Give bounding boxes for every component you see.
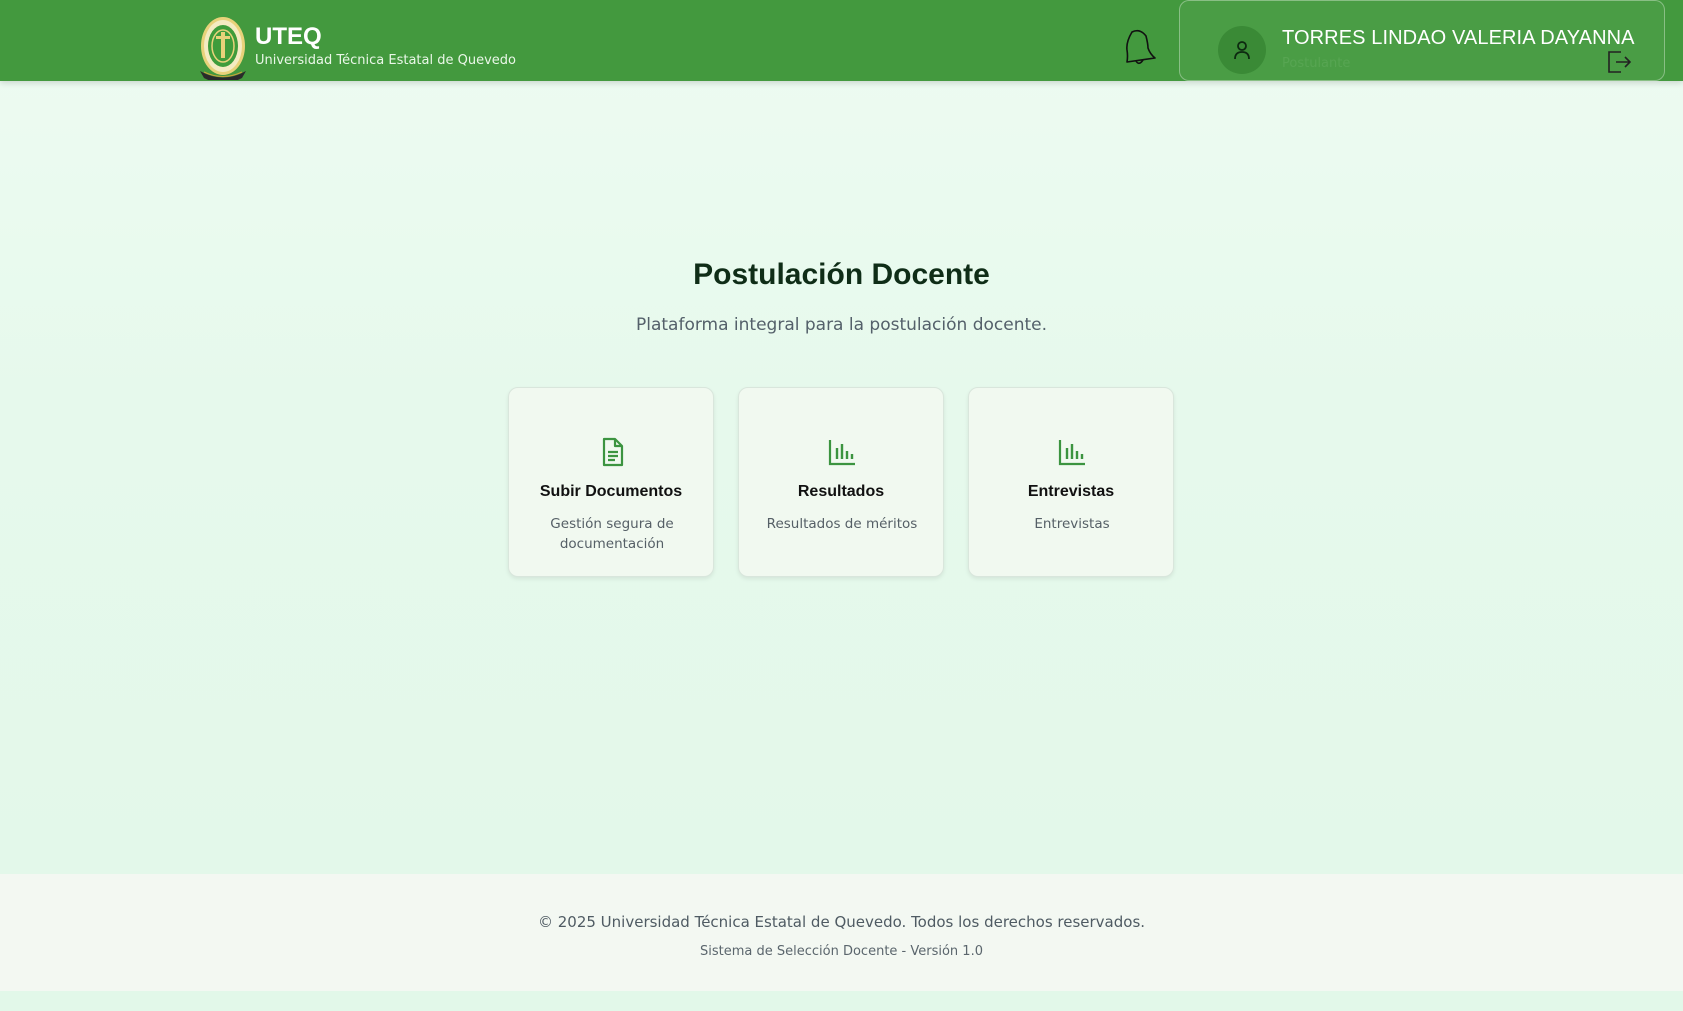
card-subir-documentos[interactable]: Subir Documentos Gestión segura de docum… — [508, 387, 714, 577]
feature-cards: Subir Documentos Gestión segura de docum… — [508, 387, 1174, 577]
page-title: Postulación Docente — [693, 258, 990, 291]
user-role: Postulante — [1282, 56, 1351, 71]
user-menu[interactable]: TORRES LINDAO VALERIA DAYANNA Postulante — [1179, 0, 1665, 81]
card-description: Gestión segura de documentación — [550, 516, 674, 552]
avatar — [1218, 26, 1266, 74]
card-description: Entrevistas — [1034, 516, 1110, 532]
logout-button[interactable] — [1604, 49, 1634, 77]
footer-copyright: © 2025 Universidad Técnica Estatal de Qu… — [537, 913, 1146, 931]
page-subtitle: Plataforma integral para la postulación … — [635, 315, 1048, 335]
footer: © 2025 Universidad Técnica Estatal de Qu… — [0, 874, 1683, 991]
bar-chart-icon — [828, 440, 855, 466]
card-title: Resultados — [797, 483, 885, 500]
brand-title: UTEQ — [255, 23, 322, 50]
card-resultados[interactable]: Resultados Resultados de méritos — [738, 387, 944, 577]
card-description: Resultados de méritos — [766, 516, 918, 532]
card-title: Entrevistas — [1027, 483, 1115, 500]
card-title: Subir Documentos — [539, 483, 683, 500]
university-logo — [196, 16, 251, 83]
bar-chart-icon — [1058, 440, 1085, 466]
bell-icon — [1126, 29, 1156, 65]
document-icon — [602, 437, 624, 467]
notifications-button[interactable] — [1118, 26, 1158, 66]
brand[interactable]: UTEQ Universidad Técnica Estatal de Quev… — [196, 16, 516, 83]
top-navbar: UTEQ Universidad Técnica Estatal de Quev… — [0, 0, 1683, 83]
footer-version: Sistema de Selección Docente - Versión 1… — [700, 944, 983, 959]
brand-subtitle: Universidad Técnica Estatal de Quevedo — [255, 53, 516, 68]
card-entrevistas[interactable]: Entrevistas Entrevistas — [968, 387, 1174, 577]
user-icon — [1234, 41, 1250, 60]
user-name: TORRES LINDAO VALERIA DAYANNA — [1282, 27, 1635, 49]
logout-icon — [1608, 51, 1632, 73]
